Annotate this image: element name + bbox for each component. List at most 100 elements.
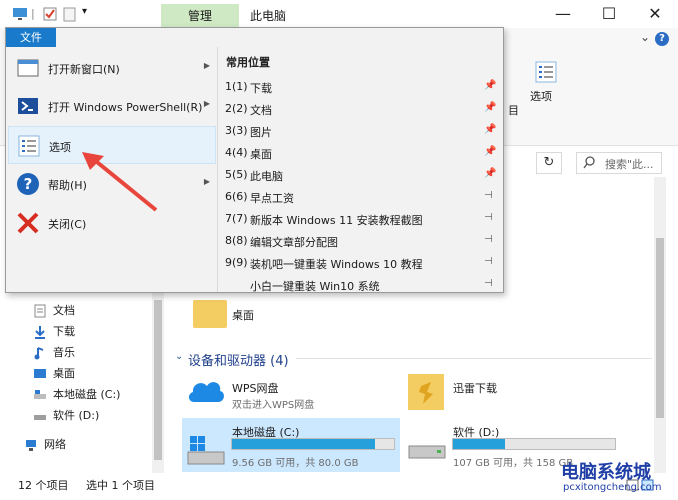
properties-icon[interactable]	[42, 6, 58, 22]
content-scrollbar-thumb[interactable]	[656, 238, 664, 418]
menu-item-label: 选项	[49, 141, 71, 154]
nav-scrollbar-thumb[interactable]	[154, 300, 162, 460]
watermark-subtitle: pcxitongcheng.com	[563, 482, 662, 493]
xunlei-name[interactable]: 迅雷下载	[453, 380, 497, 396]
recent-item[interactable]: 2(2) 文档 📌	[224, 98, 500, 120]
xunlei-folder-icon[interactable]	[407, 372, 445, 412]
title-bar: | ▾ 管理 此电脑 — ☐ ✕	[0, 0, 678, 28]
recent-item-number: 7(7)	[225, 212, 248, 225]
drive-c-subtitle: 9.56 GB 可用，共 80.0 GB	[232, 458, 359, 469]
new-folder-icon[interactable]	[62, 6, 78, 22]
options-icon	[18, 135, 40, 157]
recent-item-label: 装机吧一键重装 Windows 10 教程	[250, 258, 423, 271]
recent-item-label: 小白一键重装 Win10 系统	[250, 280, 380, 293]
customize-qa-icon[interactable]: ▾	[82, 6, 87, 17]
menu-item-label: 关闭(C)	[48, 218, 87, 231]
options-icon[interactable]	[534, 60, 558, 84]
section-title[interactable]: 设备和驱动器 (4)	[188, 350, 289, 369]
refresh-button[interactable]: ↻	[536, 152, 562, 174]
recent-item[interactable]: 8(8) 编辑文章部分配图 ⊣	[224, 230, 500, 252]
recent-item-number: 2(2)	[225, 102, 248, 115]
desktop-icon	[34, 369, 46, 378]
menu-open-new-window[interactable]: 打开新窗口(N) ▶	[8, 49, 216, 87]
ribbon-options-label[interactable]: 选项	[530, 88, 552, 104]
recent-item-number: 6(6)	[225, 190, 248, 203]
tab-manage[interactable]: 管理	[161, 4, 239, 28]
pin-icon[interactable]: ⊣	[484, 256, 493, 267]
pin-icon[interactable]: 📌	[484, 168, 496, 179]
drive-icon	[34, 415, 46, 420]
wps-name[interactable]: WPS网盘	[232, 380, 279, 396]
recent-item[interactable]: 3(3) 图片 📌	[224, 120, 500, 142]
section-collapse-icon[interactable]: ⌄	[175, 351, 183, 362]
minimize-button[interactable]: —	[540, 0, 586, 28]
recent-item[interactable]: 4(4) 桌面 📌	[224, 142, 500, 164]
nav-item-label: 音乐	[53, 346, 75, 359]
powershell-icon	[18, 98, 38, 114]
document-icon	[34, 304, 46, 318]
drive-d-usage-fill	[453, 439, 505, 449]
annotation-arrow-icon	[82, 152, 158, 212]
tab-file[interactable]: 文件	[6, 28, 56, 47]
nav-item-label: 文档	[53, 304, 75, 317]
drive-icon	[34, 390, 46, 399]
pin-icon[interactable]: 📌	[484, 102, 496, 113]
recent-item-label: 新版本 Windows 11 安装教程截图	[250, 214, 423, 227]
maximize-button[interactable]: ☐	[586, 0, 632, 28]
pin-icon[interactable]: ⊣	[484, 190, 493, 201]
desktop-folder-label[interactable]: 桌面	[232, 307, 254, 323]
menu-open-powershell[interactable]: 打开 Windows PowerShell(R) ▶	[8, 87, 216, 125]
recent-places-title: 常用位置	[226, 56, 270, 69]
music-icon	[34, 347, 44, 360]
pin-icon[interactable]: ⊣	[484, 278, 493, 289]
recent-item-number: 3(3)	[225, 124, 248, 137]
help-icon: ?	[17, 173, 39, 195]
menu-item-label: 打开 Windows PowerShell(R)	[48, 101, 203, 114]
pin-icon[interactable]: ⊣	[484, 212, 493, 223]
recent-item[interactable]: 9(9) 装机吧一键重装 Windows 10 教程 ⊣	[224, 252, 500, 274]
search-icon	[583, 156, 595, 169]
recent-item-label: 图片	[250, 126, 272, 139]
recent-item-number: 8(8)	[225, 234, 248, 247]
watermark-title: 电脑系统城	[561, 462, 651, 483]
menu-item-label: 打开新窗口(N)	[48, 63, 120, 76]
close-button[interactable]: ✕	[632, 0, 678, 28]
drive-c-usage-bar	[231, 438, 395, 450]
status-item-count: 12 个项目	[18, 479, 69, 492]
separator: |	[31, 7, 35, 20]
pin-icon[interactable]: 📌	[484, 80, 496, 91]
recent-item[interactable]: 6(6) 早点工资 ⊣	[224, 186, 500, 208]
computer-icon[interactable]	[12, 6, 28, 22]
pin-icon[interactable]: ⊣	[484, 234, 493, 245]
window-title: 此电脑	[250, 9, 287, 23]
drive-c-usage-fill	[232, 439, 375, 449]
ribbon-fragment: 目	[508, 104, 519, 117]
recent-item-number: 5(5)	[225, 168, 248, 181]
cloud-icon[interactable]	[186, 374, 226, 408]
close-icon	[17, 212, 39, 234]
windows-drive-icon	[187, 436, 225, 465]
menu-divider	[217, 47, 218, 292]
nav-item-label: 网络	[44, 438, 66, 451]
recent-item[interactable]: 小白一键重装 Win10 系统 ⊣	[224, 274, 500, 296]
submenu-arrow-icon: ▶	[203, 99, 210, 108]
download-icon	[35, 326, 45, 339]
recent-item[interactable]: 1(1) 下载 📌	[224, 76, 500, 98]
drive-icon[interactable]	[407, 436, 447, 464]
recent-item-label: 下载	[250, 82, 272, 95]
recent-item-label: 文档	[250, 104, 272, 117]
recent-item-number: 9(9)	[225, 256, 248, 269]
nav-item-label: 桌面	[53, 367, 75, 380]
search-placeholder: 搜索"此...	[605, 158, 654, 171]
submenu-arrow-icon: ▶	[203, 177, 210, 186]
help-icon[interactable]: ?	[655, 32, 669, 46]
ribbon-collapse-icon[interactable]: ⌄	[640, 30, 650, 44]
drive-d-usage-bar	[452, 438, 616, 450]
recent-item-label: 此电脑	[250, 170, 283, 183]
recent-item[interactable]: 7(7) 新版本 Windows 11 安装教程截图 ⊣	[224, 208, 500, 230]
network-icon	[26, 440, 36, 451]
recent-item[interactable]: 5(5) 此电脑 📌	[224, 164, 500, 186]
desktop-folder-icon[interactable]	[193, 300, 227, 328]
pin-icon[interactable]: 📌	[484, 124, 496, 135]
pin-icon[interactable]: 📌	[484, 146, 496, 157]
